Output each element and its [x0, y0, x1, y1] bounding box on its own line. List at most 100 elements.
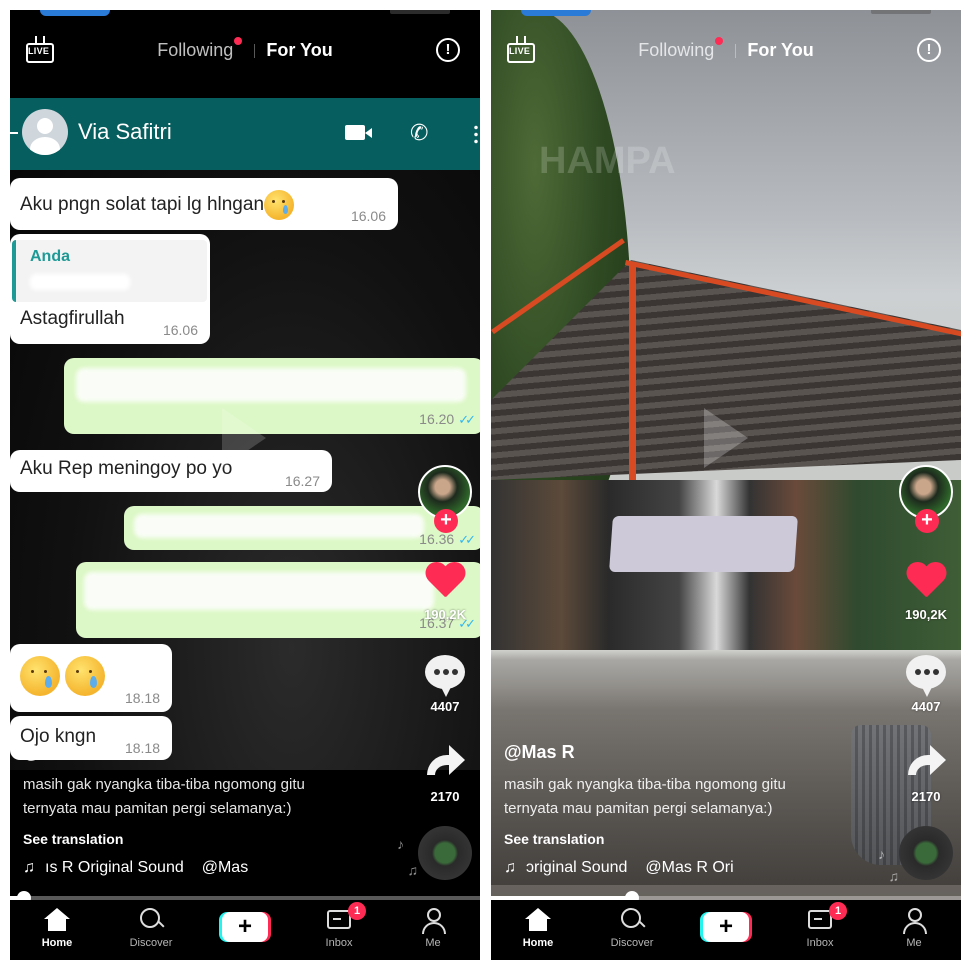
- nav-home[interactable]: Home: [17, 906, 97, 949]
- tab-following[interactable]: Following: [638, 37, 724, 60]
- sound-author: @Mas: [201, 859, 249, 876]
- profile-icon: [901, 906, 927, 934]
- nav-inbox[interactable]: 1 Inbox: [780, 902, 860, 949]
- nav-discover-label: Discover: [129, 937, 173, 949]
- inbox-badge: 1: [348, 902, 366, 920]
- message-text: Astagfirullah: [20, 308, 125, 329]
- nav-discover[interactable]: Discover: [111, 906, 191, 949]
- see-translation-link[interactable]: See translation: [23, 831, 393, 847]
- comment-button[interactable]: 4407: [891, 655, 961, 714]
- sound-disc[interactable]: [899, 826, 953, 880]
- nav-me[interactable]: Me: [874, 906, 954, 949]
- tab-following-label: Following: [638, 40, 715, 60]
- quoted-message: Anda: [12, 240, 207, 302]
- contact-name: Via Safitri: [78, 119, 172, 144]
- crying-smile-emoji-icon: [264, 190, 295, 220]
- quoted-author: Anda: [30, 248, 70, 265]
- comment-count: 4407: [911, 699, 941, 714]
- crying-smile-emoji-icon: [65, 656, 106, 696]
- sound-disc[interactable]: [418, 826, 472, 880]
- phone-call-icon: ✆: [410, 120, 429, 145]
- profile-icon: [420, 906, 446, 934]
- share-icon: [906, 745, 946, 777]
- video-caption: @Mas R masih gak nyangka tiba-tiba ngomo…: [23, 742, 393, 885]
- like-button[interactable]: 190,2K: [410, 563, 480, 622]
- comment-icon: [906, 655, 946, 697]
- tab-for-you[interactable]: For You: [266, 40, 332, 60]
- home-icon: [44, 906, 70, 934]
- play-icon[interactable]: [222, 408, 266, 468]
- search-icon: [138, 906, 164, 934]
- play-icon[interactable]: [704, 408, 748, 468]
- back-arrow-icon: [10, 132, 18, 134]
- video-caption: @Mas R masih gak nyangka tiba-tiba ngomo…: [504, 742, 874, 885]
- music-note-icon: ♫: [23, 859, 35, 876]
- coffin-scenery: [609, 516, 798, 572]
- alert-icon[interactable]: !: [436, 38, 460, 62]
- nav-discover[interactable]: Discover: [592, 906, 672, 949]
- status-icons: [871, 10, 931, 14]
- share-count: 2170: [911, 789, 941, 804]
- read-ticks-icon: ✓✓: [458, 412, 476, 427]
- video-panel-funeral[interactable]: HAMPA LIVE Following For You ! + 190,2K …: [491, 10, 961, 960]
- like-button[interactable]: 190,2K: [891, 563, 961, 622]
- creator-handle[interactable]: @Mas R: [23, 742, 393, 763]
- share-button[interactable]: 2170: [891, 745, 961, 804]
- chat-message: Aku Rep meningoy po yo 16.27: [10, 450, 332, 492]
- inbox-badge: 1: [829, 902, 847, 920]
- chat-message: Aku pngn solat tapi lg hlngan 16.06: [10, 178, 398, 230]
- share-button[interactable]: 2170: [410, 745, 480, 804]
- redacted-text: [84, 572, 434, 610]
- floating-note-icon: ♪: [878, 846, 885, 862]
- status-icons: [390, 10, 450, 14]
- create-button[interactable]: +: [222, 912, 268, 942]
- chat-header: Via Safitri ✆: [10, 98, 480, 170]
- sound-author: @Mas R Ori: [645, 859, 734, 876]
- tab-for-you[interactable]: For You: [747, 40, 813, 60]
- sound-title: ıs R Original Sound: [45, 859, 184, 876]
- creator-handle[interactable]: @Mas R: [504, 742, 874, 763]
- message-time: 18.18: [124, 690, 160, 706]
- floating-note-icon: ♪: [397, 836, 404, 852]
- bottom-nav: Home Discover + 1 Inbox Me: [10, 900, 480, 960]
- contact-avatar: [22, 109, 68, 155]
- nav-home[interactable]: Home: [498, 906, 578, 949]
- message-text: Aku Rep meningoy po yo: [20, 458, 233, 479]
- message-text: Aku pngn solat tapi lg hlngan: [20, 194, 265, 216]
- nav-me[interactable]: Me: [393, 906, 473, 949]
- sound-ticker[interactable]: ♫ ɔriginal Sound @Mas R Ori: [504, 859, 874, 885]
- chat-message-emoji: 18.18: [10, 644, 172, 712]
- heart-icon: [424, 563, 466, 601]
- see-translation-link[interactable]: See translation: [504, 831, 874, 847]
- chat-message-reply: Anda Astagfirullah 16.06: [10, 234, 210, 344]
- chat-message-redacted: 16.20 ✓✓: [64, 358, 480, 434]
- heart-icon: [905, 563, 947, 601]
- notification-dot: [234, 37, 243, 45]
- message-time: 16.27: [284, 473, 320, 489]
- message-time: 16.20: [419, 411, 455, 427]
- comment-button[interactable]: 4407: [410, 655, 480, 714]
- sound-ticker[interactable]: ♫ ıs R Original Sound @Mas: [23, 859, 393, 885]
- caption-line-1: masih gak nyangka tiba-tiba ngomong gitu: [23, 776, 305, 793]
- more-options-icon: [474, 124, 478, 144]
- inbox-icon: 1: [807, 902, 847, 934]
- floating-note-icon: ♫: [888, 868, 900, 884]
- tab-following[interactable]: Following: [157, 37, 243, 60]
- redacted-text: [30, 274, 130, 290]
- follow-button[interactable]: +: [915, 509, 939, 533]
- floating-note-icon: ♫: [407, 862, 419, 878]
- create-button[interactable]: +: [703, 912, 749, 942]
- bottom-nav: Home Discover + 1 Inbox Me: [491, 900, 961, 960]
- follow-button[interactable]: +: [434, 509, 458, 533]
- nav-home-label: Home: [522, 937, 554, 949]
- nav-me-label: Me: [425, 937, 441, 949]
- video-panel-chat[interactable]: Via Safitri ✆ Aku pngn solat tapi lg hln…: [10, 10, 480, 960]
- message-time: 16.06: [350, 208, 386, 224]
- share-icon: [425, 745, 465, 777]
- alert-icon[interactable]: !: [917, 38, 941, 62]
- nav-inbox[interactable]: 1 Inbox: [299, 902, 379, 949]
- feed-tabs-bar: LIVE Following For You !: [491, 34, 961, 70]
- status-indicator: [521, 10, 591, 16]
- tab-divider: [735, 44, 737, 59]
- caption-line-2: ternyata mau pamitan pergi selamanya:): [504, 800, 773, 817]
